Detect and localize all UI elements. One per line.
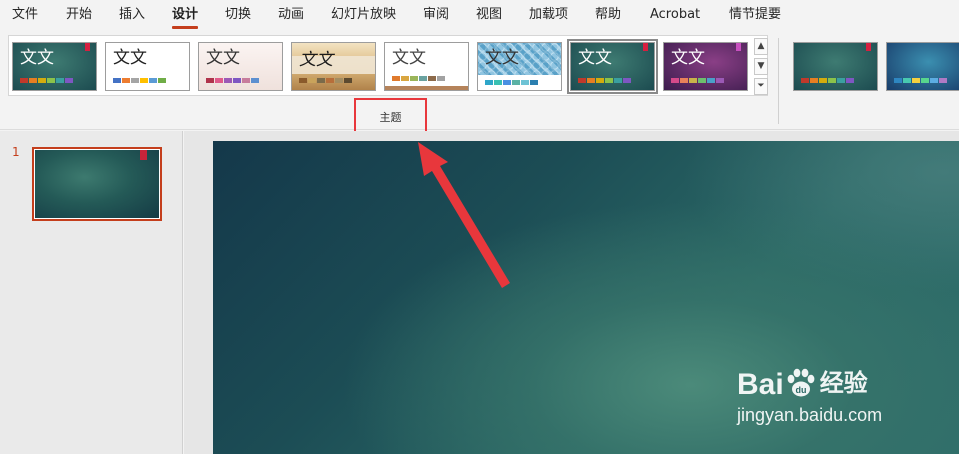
theme-thumbnail-teal-dark-selected[interactable]: 文文: [567, 39, 658, 94]
tab-animations[interactable]: 动画: [278, 6, 304, 24]
ribbon-group-divider: [778, 38, 779, 124]
slide-thumbnail[interactable]: [32, 147, 162, 221]
theme-color-swatches: [671, 78, 724, 83]
tab-addins[interactable]: 加载项: [529, 6, 568, 24]
slide-accent-flag: [140, 150, 147, 160]
tab-review[interactable]: 审阅: [423, 6, 449, 24]
slide-number: 1: [12, 145, 20, 159]
theme-thumbnail-ink-brush[interactable]: 文文: [291, 42, 376, 91]
theme-sample-text: 文文: [578, 48, 612, 68]
gallery-more-button[interactable]: ⏷: [754, 78, 768, 95]
gallery-scroll-down-button[interactable]: ▼: [754, 58, 768, 75]
theme-accent-flag: [736, 43, 741, 51]
watermark-logo-suffix: 经验: [819, 370, 868, 397]
tab-storyboard[interactable]: 情节提要: [729, 6, 781, 24]
tab-file[interactable]: 文件: [12, 6, 38, 24]
theme-thumbnail-office[interactable]: 文文: [105, 42, 190, 91]
tab-insert[interactable]: 插入: [119, 6, 145, 24]
watermark-logo-text: Bai: [737, 368, 784, 401]
variant-thumbnail-teal[interactable]: [793, 42, 878, 91]
theme-color-swatches: [392, 76, 445, 81]
theme-sample-text: 文文: [671, 48, 705, 68]
theme-thumbnail-retrospect[interactable]: 文文: [384, 42, 469, 91]
theme-color-swatches: [113, 78, 166, 83]
theme-thumbnail-purple[interactable]: 文文: [663, 42, 748, 91]
tab-transitions[interactable]: 切换: [225, 6, 251, 24]
ribbon-tab-bar: 文件 开始 插入 设计 切换 动画 幻灯片放映 审阅 视图 加载项 帮助 Acr…: [0, 0, 959, 30]
theme-thumbnail-light-gradient[interactable]: 文文: [198, 42, 283, 91]
variant-color-swatches: [894, 78, 947, 83]
tab-help[interactable]: 帮助: [595, 6, 621, 24]
baidu-jingyan-watermark: Bai du 经验 jingyan.baidu.com: [737, 345, 937, 435]
theme-sample-text: 文文: [485, 48, 519, 68]
theme-sample-text: 文文: [206, 48, 240, 68]
baidu-paw-icon: du: [787, 368, 815, 397]
theme-thumbnail-teal-dark[interactable]: 文文: [12, 42, 97, 91]
theme-color-swatches: [578, 78, 631, 83]
tab-design[interactable]: 设计: [172, 6, 199, 29]
variant-accent-flag: [866, 43, 871, 51]
watermark-logo: Bai du 经验: [737, 363, 868, 402]
tab-home[interactable]: 开始: [66, 6, 92, 24]
variant-color-swatches: [801, 78, 854, 83]
theme-sample-text: 文文: [392, 48, 426, 68]
watermark-url: jingyan.baidu.com: [737, 405, 883, 425]
chevron-down-icon: ▼: [757, 61, 765, 71]
tab-slideshow[interactable]: 幻灯片放映: [331, 6, 396, 24]
theme-color-swatches: [485, 80, 538, 85]
theme-accent-flag: [643, 43, 648, 51]
theme-sample-text: 文文: [20, 48, 54, 68]
svg-text:du: du: [795, 385, 806, 395]
theme-color-swatches: [299, 78, 352, 83]
theme-thumbnail-pattern-blue[interactable]: 文文: [477, 42, 562, 91]
theme-bottom-band: [385, 86, 468, 90]
expand-gallery-icon: ⏷: [757, 81, 765, 91]
theme-sample-text: 文文: [113, 48, 147, 68]
tab-view[interactable]: 视图: [476, 6, 502, 24]
theme-accent-flag: [85, 43, 90, 51]
chevron-up-icon: ▲: [757, 41, 765, 51]
gallery-scroll-up-button[interactable]: ▲: [754, 38, 768, 55]
theme-color-swatches: [20, 78, 73, 83]
variant-thumbnail-blue[interactable]: [886, 42, 959, 91]
theme-sample-text: 文文: [299, 50, 333, 70]
slide-thumbnail-preview: [35, 150, 159, 218]
tab-acrobat[interactable]: Acrobat: [650, 6, 700, 24]
theme-color-swatches: [206, 78, 259, 83]
